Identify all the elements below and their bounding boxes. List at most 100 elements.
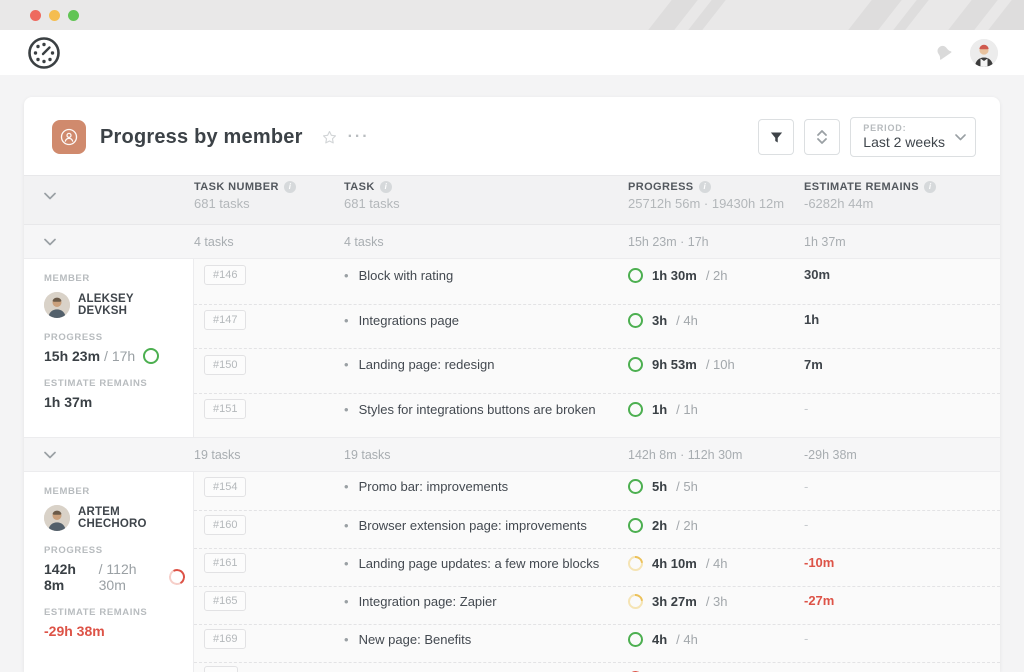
task-name[interactable]: Block with rating [359, 268, 454, 283]
task-progress-done: 3h [652, 313, 667, 328]
member-progress-done: 15h 23m [44, 348, 100, 364]
chevron-down-icon [955, 134, 966, 141]
task-estimate-remains: - [804, 517, 808, 532]
progress-ring-icon [625, 553, 646, 574]
task-row[interactable]: #161 • Landing page updates: a few more … [194, 548, 1000, 586]
group-summary-row[interactable]: 19 tasks 19 tasks 142h 8m · 112h 30m -29… [24, 438, 1000, 472]
task-estimate-remains: - [804, 401, 808, 416]
info-icon[interactable]: i [380, 181, 392, 193]
member-name[interactable]: ARTEM CHECHORO [78, 506, 185, 530]
group-summary-row[interactable]: 4 tasks 4 tasks 15h 23m · 17h 1h 37m [24, 225, 1000, 259]
member-avatar[interactable] [44, 292, 70, 318]
task-progress-total: / 1h [676, 402, 698, 417]
period-label: PERIOD: [863, 123, 945, 133]
group-progress-summary: 15h 23m · 17h [628, 235, 804, 249]
progress-ring-icon [628, 313, 643, 328]
task-progress-done: 1h 30m [652, 268, 697, 283]
task-row[interactable]: • [194, 662, 1000, 672]
report-header: Progress by member ··· [24, 97, 1000, 175]
group-chevron-icon[interactable] [24, 238, 194, 246]
collapse-all-chevron-icon[interactable] [24, 192, 194, 200]
task-estimate-remains: 30m [804, 267, 830, 282]
task-name[interactable]: Styles for integrations buttons are brok… [359, 402, 596, 417]
member-label: MEMBER [44, 486, 185, 497]
member-report-icon [52, 120, 86, 154]
task-name[interactable]: Landing page updates: a few more blocks [359, 556, 600, 571]
task-number-chip [204, 666, 238, 672]
member-avatar[interactable] [44, 505, 70, 531]
notification-bell-icon[interactable] [934, 43, 954, 63]
member-group: 19 tasks 19 tasks 142h 8m · 112h 30m -29… [24, 438, 1000, 672]
progress-ring-icon [167, 567, 187, 587]
column-header-task[interactable]: TASKi 681 tasks [344, 181, 628, 211]
member-panel: MEMBER ALEKSEY DEVKSH PROGRESS 15h 23 [24, 259, 194, 437]
table-header-row: TASK NUMBERi 681 tasks TASKi 681 tasks P… [24, 175, 1000, 225]
progress-ring-icon [628, 357, 643, 372]
member-groups: 4 tasks 4 tasks 15h 23m · 17h 1h 37m MEM… [24, 225, 1000, 672]
task-row[interactable]: #169 • New page: Benefits 4h / 4h - [194, 624, 1000, 662]
app-header [0, 30, 1024, 75]
member-panel: MEMBER ARTEM CHECHORO PROGRESS 142h 8 [24, 472, 194, 672]
bullet-icon: • [344, 479, 349, 494]
column-header-task-number[interactable]: TASK NUMBERi 681 tasks [194, 181, 344, 211]
task-progress-done: 4h [652, 632, 667, 647]
task-progress-done: 3h 27m [652, 594, 697, 609]
info-icon[interactable]: i [284, 181, 296, 193]
progress-label: PROGRESS [44, 332, 185, 343]
minimize-button[interactable] [49, 10, 60, 21]
task-number-chip: #147 [204, 310, 246, 330]
member-estimate-remains: -29h 38m [44, 623, 185, 639]
period-dropdown[interactable]: PERIOD: Last 2 weeks [850, 117, 976, 157]
task-progress-total: / 10h [706, 357, 735, 372]
filter-button[interactable] [758, 119, 794, 155]
estimate-remains-label: ESTIMATE REMAINS [44, 607, 185, 618]
close-button[interactable] [30, 10, 41, 21]
task-name[interactable]: Promo bar: improvements [359, 479, 509, 494]
task-progress-done: 5h [652, 479, 667, 494]
task-progress-total: / 5h [676, 479, 698, 494]
user-avatar[interactable] [970, 39, 998, 67]
member-progress-total: / 112h 30m [99, 561, 161, 593]
task-progress-done: 1h [652, 402, 667, 417]
task-progress-done: 9h 53m [652, 357, 697, 372]
group-task-count: 19 tasks [344, 448, 628, 462]
bullet-icon: • [344, 268, 349, 283]
favorite-star-icon[interactable] [321, 129, 338, 146]
bullet-icon: • [344, 357, 349, 372]
task-number-chip: #165 [204, 591, 246, 611]
bullet-icon: • [344, 518, 349, 533]
bullet-icon: • [344, 594, 349, 609]
task-name[interactable]: Browser extension page: improvements [359, 518, 587, 533]
task-row[interactable]: #147 • Integrations page 3h / 4h 1h [194, 304, 1000, 349]
task-row[interactable]: #150 • Landing page: redesign 9h 53m / 1… [194, 348, 1000, 393]
task-number-chip: #169 [204, 629, 246, 649]
task-row[interactable]: #154 • Promo bar: improvements 5h / 5h - [194, 472, 1000, 510]
task-row[interactable]: #160 • Browser extension page: improveme… [194, 510, 1000, 548]
member-progress-total: / 17h [104, 348, 135, 364]
more-options-icon[interactable]: ··· [348, 128, 370, 146]
column-summary: -6282h 44m [804, 196, 1000, 211]
task-number-chip: #154 [204, 477, 246, 497]
column-header-estimate-remains[interactable]: ESTIMATE REMAINSi -6282h 44m [804, 181, 1000, 211]
task-number-chip: #150 [204, 355, 246, 375]
zoom-button[interactable] [68, 10, 79, 21]
task-estimate-remains: - [804, 479, 808, 494]
progress-label: PROGRESS [44, 545, 185, 556]
task-name[interactable]: Landing page: redesign [359, 357, 495, 372]
info-icon[interactable]: i [924, 181, 936, 193]
expand-collapse-button[interactable] [804, 119, 840, 155]
task-row[interactable]: #146 • Block with rating 1h 30m / 2h 30m [194, 259, 1000, 304]
task-progress-total: / 2h [676, 518, 698, 533]
task-name[interactable]: New page: Benefits [359, 632, 472, 647]
info-icon[interactable]: i [699, 181, 711, 193]
task-row[interactable]: #165 • Integration page: Zapier 3h 27m /… [194, 586, 1000, 624]
report-card: Progress by member ··· [24, 97, 1000, 672]
member-name[interactable]: ALEKSEY DEVKSH [78, 293, 185, 317]
column-header-progress[interactable]: PROGRESSi 25712h 56m · 19430h 12m [628, 181, 804, 211]
task-name[interactable]: Integrations page [359, 313, 459, 328]
group-chevron-icon[interactable] [24, 451, 194, 459]
task-name[interactable]: Integration page: Zapier [359, 594, 497, 609]
timer-logo-icon[interactable] [26, 35, 62, 71]
page-title: Progress by member [100, 126, 303, 149]
task-row[interactable]: #151 • Styles for integrations buttons a… [194, 393, 1000, 438]
